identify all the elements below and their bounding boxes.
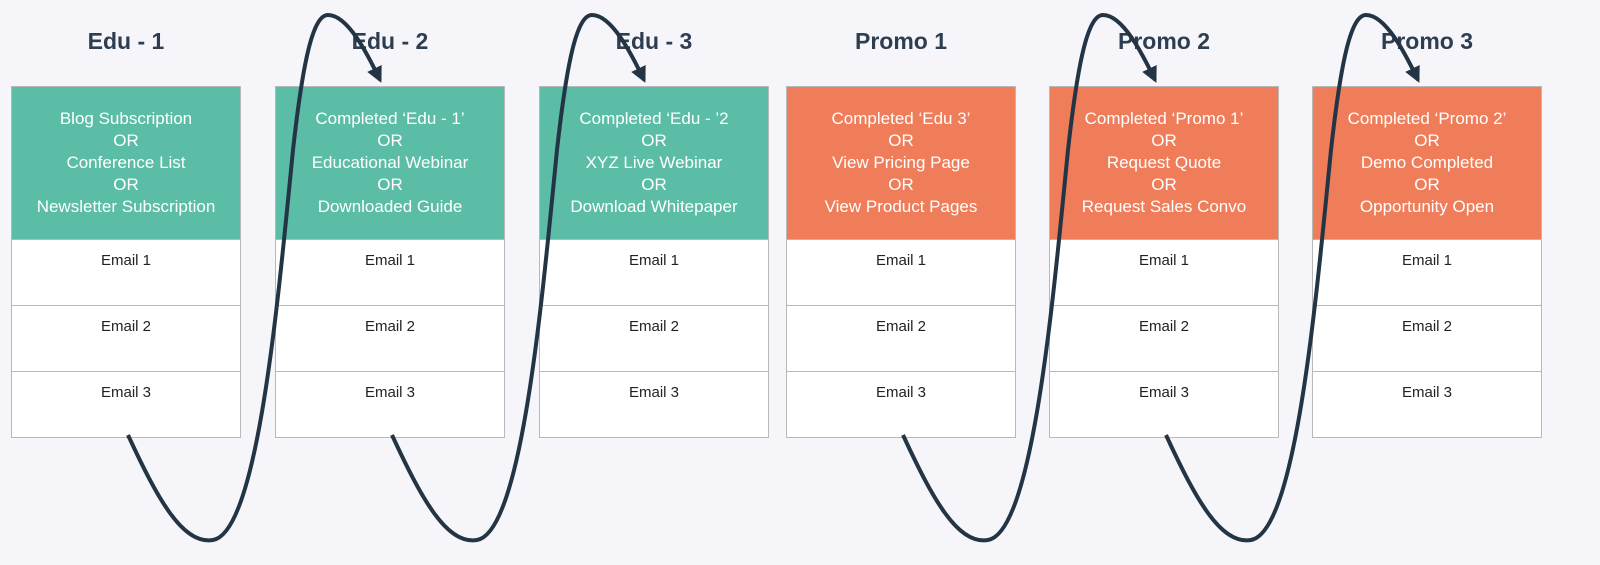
stage-card: Completed ‘Edu - ’2 OR XYZ Live Webinar OR D… (539, 86, 769, 438)
email-row[interactable]: Email 2 (12, 305, 240, 371)
trigger-line: Opportunity Open (1359, 197, 1495, 216)
email-row[interactable]: Email 1 (1050, 239, 1278, 305)
trigger-line: Completed ‘Promo 1’ (1084, 109, 1244, 128)
email-row[interactable]: Email 1 (540, 239, 768, 305)
stage-card: Completed ‘Edu - 1’ OR Educational Webinar… (275, 86, 505, 438)
email-row[interactable]: Email 1 (1313, 239, 1541, 305)
email-row[interactable]: Email 3 (276, 371, 504, 437)
stage-card: Completed ‘Promo 1’ OR Request Quote OR Requ… (1049, 86, 1279, 438)
email-row[interactable]: Email 3 (540, 371, 768, 437)
stage-title: Edu - 3 (615, 28, 693, 54)
email-row[interactable]: Email 3 (12, 371, 240, 437)
trigger-line: OR (113, 175, 139, 194)
trigger-line: Demo Completed (1360, 153, 1494, 172)
trigger-block: Completed ‘Promo 1’ OR Request Quote OR Requ… (1050, 87, 1278, 239)
trigger-line: OR (1151, 131, 1177, 150)
trigger-line: Completed ‘Edu 3’ (831, 109, 971, 128)
trigger-block: Completed ‘Edu 3’ OR View Pricing Page OR Vi… (787, 87, 1015, 239)
stage-card: Completed ‘Promo 2’ OR Demo Completed OR Opp… (1312, 86, 1542, 438)
stage-title: Promo 3 (1380, 28, 1474, 54)
trigger-line: Downloaded Guide (317, 197, 463, 216)
trigger-line: Newsletter Subscription (36, 197, 216, 216)
trigger-block: Completed ‘Edu - 1’ OR Educational Webinar… (276, 87, 504, 239)
stage-title: Edu - 2 (351, 28, 429, 54)
trigger-line: OR (377, 175, 403, 194)
email-row[interactable]: Email 3 (787, 371, 1015, 437)
trigger-line: OR (641, 131, 667, 150)
trigger-line: Educational Webinar (311, 153, 469, 172)
trigger-line: Conference List (66, 153, 186, 172)
trigger-line: Completed ‘Edu - 1’ (315, 109, 465, 128)
trigger-line: OR (113, 131, 139, 150)
trigger-line: Completed ‘Promo 2’ (1347, 109, 1507, 128)
stage-card: Blog Subscription OR Conference List OR News… (11, 86, 241, 438)
email-row[interactable]: Email 2 (540, 305, 768, 371)
trigger-line: OR (888, 131, 914, 150)
trigger-line: OR (1414, 131, 1440, 150)
email-row[interactable]: Email 1 (276, 239, 504, 305)
trigger-line: XYZ Live Webinar (585, 153, 723, 172)
trigger-line: View Product Pages (824, 197, 978, 216)
trigger-block: Blog Subscription OR Conference List OR News… (12, 87, 240, 239)
trigger-line: View Pricing Page (832, 153, 970, 172)
stage-title: Promo 2 (1117, 28, 1211, 54)
trigger-block: Completed ‘Promo 2’ OR Demo Completed OR Opp… (1313, 87, 1541, 239)
email-row[interactable]: Email 3 (1313, 371, 1541, 437)
email-row[interactable]: Email 2 (1313, 305, 1541, 371)
email-row[interactable]: Email 2 (1050, 305, 1278, 371)
trigger-line: Request Sales Convo (1081, 197, 1247, 216)
trigger-block: Completed ‘Edu - ’2 OR XYZ Live Webinar OR D… (540, 87, 768, 239)
trigger-line: OR (888, 175, 914, 194)
email-row[interactable]: Email 3 (1050, 371, 1278, 437)
stage-title: Promo 1 (854, 28, 948, 54)
email-row[interactable]: Email 2 (787, 305, 1015, 371)
stage-title: Edu - 1 (87, 28, 165, 54)
trigger-line: Completed ‘Edu - ’2 (579, 109, 729, 128)
trigger-line: OR (1151, 175, 1177, 194)
email-row[interactable]: Email 2 (276, 305, 504, 371)
trigger-line: OR (377, 131, 403, 150)
stage-card: Completed ‘Edu 3’ OR View Pricing Page OR Vi… (786, 86, 1016, 438)
trigger-line: Request Quote (1106, 153, 1222, 172)
trigger-line: OR (1414, 175, 1440, 194)
email-row[interactable]: Email 1 (787, 239, 1015, 305)
trigger-line: Download Whitepaper (570, 197, 738, 216)
trigger-line: Blog Subscription (59, 109, 193, 128)
trigger-line: OR (641, 175, 667, 194)
email-row[interactable]: Email 1 (12, 239, 240, 305)
